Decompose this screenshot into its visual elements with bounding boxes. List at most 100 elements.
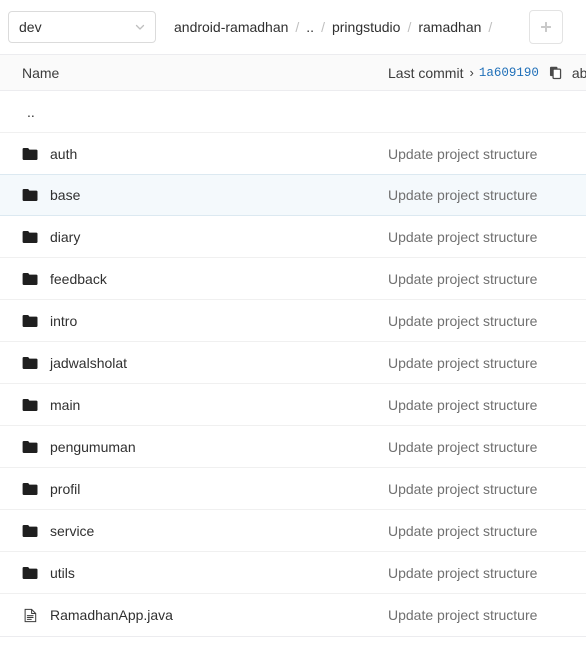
table-row[interactable]: diary Update project structure [0,216,586,258]
commit-message-cell: Update project structure [388,355,586,371]
table-row[interactable]: main Update project structure [0,384,586,426]
parent-directory-link[interactable]: .. [27,104,35,120]
folder-icon [22,481,38,497]
folder-icon [22,229,38,245]
chevron-down-icon [134,21,146,33]
commit-message-cell: Update project structure [388,229,586,245]
file-name-link[interactable]: profil [50,481,80,497]
file-name-link[interactable]: pengumuman [50,439,136,455]
commit-message-cell: Update project structure [388,565,586,581]
commit-sha-link[interactable]: 1a609190 [479,66,539,80]
folder-icon [22,355,38,371]
file-name-cell: main [0,397,388,413]
file-name-link[interactable]: jadwalsholat [50,355,127,371]
row-commit-message: Update project structure [388,228,538,245]
file-name-cell: feedback [0,271,388,287]
commit-message-cell: Update project structure [388,523,586,539]
commit-message-cell: Update project structure [388,187,586,203]
folder-icon [22,397,38,413]
branch-selector[interactable]: dev [8,11,156,43]
breadcrumb-item-0[interactable]: android-ramadhan [174,19,288,35]
file-name-link[interactable]: main [50,397,80,413]
file-name-link[interactable]: auth [50,146,77,162]
table-row[interactable]: RamadhanApp.java Update project structur… [0,594,586,636]
row-commit-message: Update project structure [388,187,538,203]
row-commit-message: Update project structure [388,312,538,329]
file-tree-header: Name Last commit › 1a609190 abo [0,55,586,91]
row-commit-message: Update project structure [388,396,538,413]
folder-icon [22,146,38,162]
breadcrumb-item-2[interactable]: pringstudio [332,19,401,35]
column-header-name-label: Name [22,64,60,81]
folder-icon [22,187,38,203]
row-commit-message: Update project structure [388,270,538,287]
commit-message-cell: Update project structure [388,397,586,413]
table-row[interactable]: intro Update project structure [0,300,586,342]
row-commit-message: Update project structure [388,354,538,371]
table-row[interactable]: pengumuman Update project structure [0,426,586,468]
file-name-cell: pengumuman [0,439,388,455]
breadcrumb: android-ramadhan / .. / pringstudio / ra… [174,19,529,35]
file-name-cell: RamadhanApp.java [0,607,388,623]
folder-icon [22,439,38,455]
list-item[interactable]: .. [0,91,586,133]
row-commit-message: Update project structure [388,607,538,623]
column-header-name: Name [0,65,388,81]
breadcrumb-trailing-separator: / [488,19,493,35]
file-name-link[interactable]: diary [50,229,80,245]
row-commit-message: Update project structure [388,145,538,162]
breadcrumb-separator: / [407,19,412,35]
file-tree: Name Last commit › 1a609190 abo .. [0,54,586,637]
commit-message-cell: Update project structure [388,271,586,287]
table-row[interactable]: service Update project structure [0,510,586,552]
last-commit-label: Last commit [388,64,464,81]
file-icon [22,607,38,623]
file-name-cell: jadwalsholat [0,355,388,371]
row-commit-message: Update project structure [388,522,538,539]
breadcrumb-separator: / [295,19,300,35]
commit-message: abo [571,64,586,81]
table-row[interactable]: jadwalsholat Update project structure [0,342,586,384]
commit-message-cell: Update project structure [388,313,586,329]
table-row[interactable]: base Update project structure [0,174,586,216]
commit-message-cell: Update project structure [388,439,586,455]
folder-icon [22,271,38,287]
chevron-right-icon: › [469,65,474,80]
copy-icon[interactable] [548,65,563,80]
file-name-cell: auth [0,146,388,162]
table-row[interactable]: utils Update project structure [0,552,586,594]
commit-message-cell: Update project structure [388,607,586,623]
add-button[interactable] [529,10,563,44]
branch-selector-value: dev [19,19,42,35]
commit-message-cell: Update project structure [388,481,586,497]
file-name-cell: base [0,187,388,203]
folder-icon [22,565,38,581]
file-name-link[interactable]: feedback [50,271,107,287]
commit-message-cell: Update project structure [388,146,586,162]
table-row[interactable]: auth Update project structure [0,133,586,175]
row-commit-message: Update project structure [388,480,538,497]
file-name-cell: utils [0,565,388,581]
file-name-link[interactable]: RamadhanApp.java [50,607,173,623]
row-commit-message: Update project structure [388,438,538,455]
folder-icon [22,523,38,539]
table-row[interactable]: profil Update project structure [0,468,586,510]
file-name-cell: diary [0,229,388,245]
file-name-link[interactable]: intro [50,313,77,329]
repository-toolbar: dev android-ramadhan / .. / pringstudio … [0,0,586,54]
file-name-cell: service [0,523,388,539]
breadcrumb-item-1[interactable]: .. [306,19,314,35]
file-name-link[interactable]: service [50,523,94,539]
row-commit-message: Update project structure [388,564,538,581]
file-name-link[interactable]: utils [50,565,75,581]
column-header-last-commit: Last commit › 1a609190 abo [388,65,586,81]
table-row[interactable]: feedback Update project structure [0,258,586,300]
plus-icon [539,20,553,34]
breadcrumb-separator: / [321,19,325,35]
folder-icon [22,313,38,329]
file-name-cell: profil [0,481,388,497]
breadcrumb-item-3[interactable]: ramadhan [418,19,481,35]
file-name-cell: .. [0,104,388,120]
file-name-cell: intro [0,313,388,329]
file-name-link[interactable]: base [50,187,80,203]
